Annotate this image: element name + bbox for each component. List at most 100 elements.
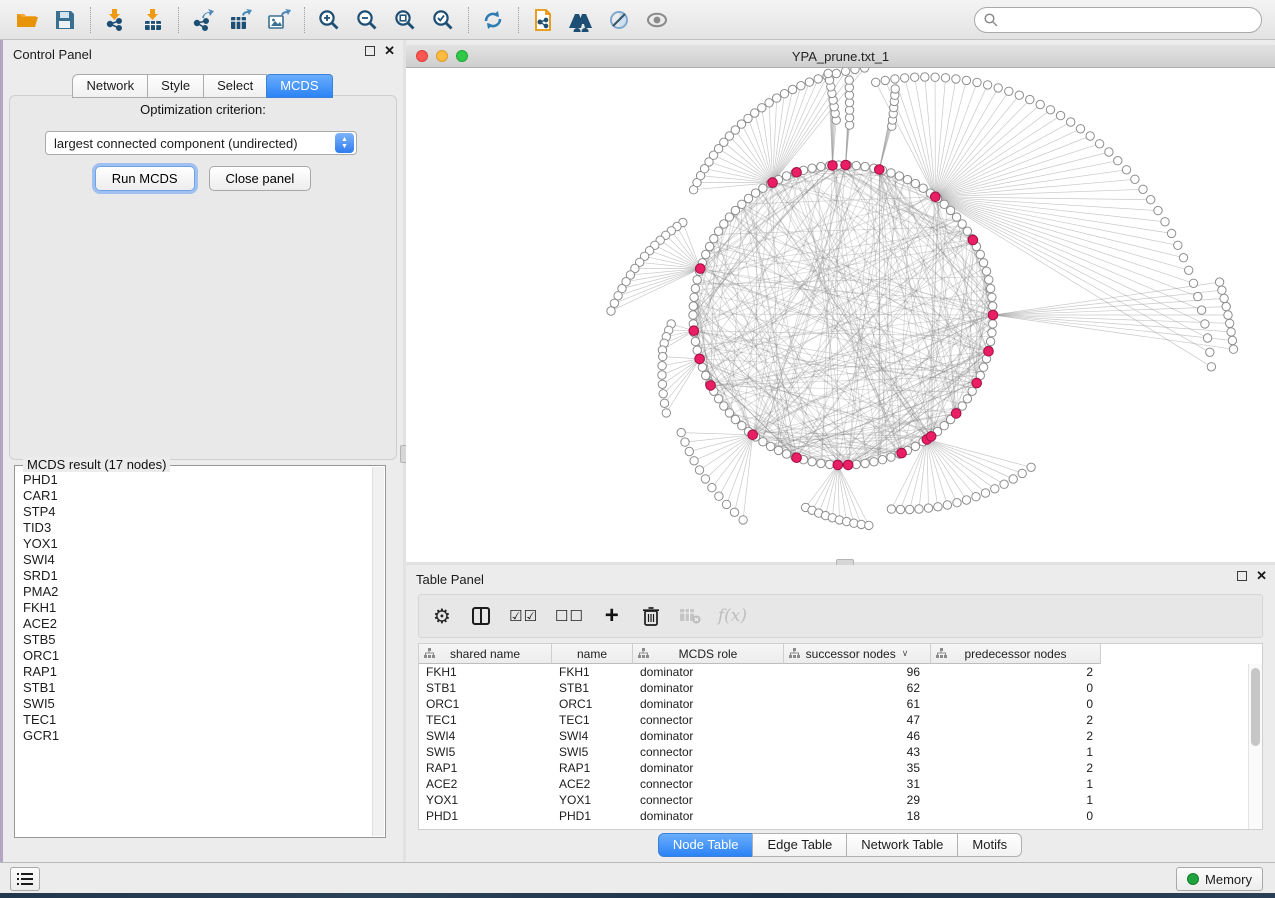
- graph-node[interactable]: [725, 409, 733, 417]
- graph-node[interactable]: [1076, 125, 1084, 133]
- show-panel-eye-icon[interactable]: [642, 6, 672, 34]
- graph-node[interactable]: [689, 302, 697, 310]
- graph-hub-node[interactable]: [972, 378, 982, 388]
- graph-hub-node[interactable]: [706, 381, 716, 391]
- graph-node[interactable]: [1005, 87, 1013, 95]
- tab-style[interactable]: Style: [147, 74, 204, 98]
- mcds-result-item[interactable]: PHD1: [16, 472, 372, 488]
- graph-node[interactable]: [1027, 463, 1035, 471]
- graph-hub-node[interactable]: [988, 310, 998, 320]
- graph-node[interactable]: [1226, 319, 1234, 327]
- table-row[interactable]: SWI4SWI4dominator462: [419, 728, 1248, 744]
- graph-node[interactable]: [658, 380, 666, 388]
- network-canvas[interactable]: [406, 68, 1275, 562]
- split-panel-icon[interactable]: [470, 603, 492, 629]
- graph-node[interactable]: [690, 457, 698, 465]
- column-header-predecessor-nodes[interactable]: predecessor nodes: [931, 644, 1101, 664]
- run-mcds-button[interactable]: Run MCDS: [95, 166, 195, 191]
- graph-node[interactable]: [817, 459, 825, 467]
- graph-node[interactable]: [988, 329, 996, 337]
- graph-hub-node[interactable]: [841, 160, 851, 170]
- graph-node[interactable]: [691, 337, 699, 345]
- graph-node[interactable]: [911, 442, 919, 450]
- graph-node[interactable]: [730, 508, 738, 516]
- graph-node[interactable]: [797, 82, 805, 90]
- export-network-icon[interactable]: [188, 6, 218, 34]
- graph-node[interactable]: [1026, 95, 1034, 103]
- graph-node[interactable]: [751, 189, 759, 197]
- graph-hub-node[interactable]: [968, 235, 978, 245]
- graph-node[interactable]: [1218, 286, 1226, 294]
- graph-node[interactable]: [989, 320, 997, 328]
- graph-node[interactable]: [1194, 292, 1202, 300]
- graph-hub-node[interactable]: [984, 347, 994, 357]
- graph-node[interactable]: [946, 206, 954, 214]
- graph-node[interactable]: [924, 504, 932, 512]
- graph-node[interactable]: [911, 179, 919, 187]
- graph-node[interactable]: [1046, 106, 1054, 114]
- export-table-icon[interactable]: [226, 6, 256, 34]
- graph-node[interactable]: [1201, 320, 1209, 328]
- graph-node[interactable]: [906, 505, 914, 513]
- graph-node[interactable]: [896, 505, 904, 513]
- export-image-icon[interactable]: [264, 6, 294, 34]
- graph-node[interactable]: [870, 458, 878, 466]
- graph-node[interactable]: [979, 259, 987, 267]
- graph-node[interactable]: [887, 169, 895, 177]
- graph-node[interactable]: [773, 94, 781, 102]
- apply-layout-icon[interactable]: [478, 6, 508, 34]
- graph-node[interactable]: [690, 293, 698, 301]
- graph-node[interactable]: [1203, 334, 1211, 342]
- mcds-result-item[interactable]: TID3: [16, 520, 372, 536]
- graph-node[interactable]: [1056, 111, 1064, 119]
- graph-node[interactable]: [720, 220, 728, 228]
- search-input[interactable]: [999, 10, 1261, 30]
- graph-node[interactable]: [685, 447, 693, 455]
- tab-network[interactable]: Network: [72, 74, 148, 98]
- graph-node[interactable]: [921, 73, 929, 81]
- close-panel-icon[interactable]: ✕: [1256, 571, 1267, 581]
- graph-hub-node[interactable]: [748, 430, 758, 440]
- graph-node[interactable]: [701, 475, 709, 483]
- graph-node[interactable]: [915, 505, 923, 513]
- graph-node[interactable]: [1122, 166, 1130, 174]
- graph-node[interactable]: [872, 78, 880, 86]
- graph-node[interactable]: [817, 162, 825, 170]
- graph-node[interactable]: [731, 415, 739, 423]
- tab-select[interactable]: Select: [203, 74, 267, 98]
- graph-node[interactable]: [759, 184, 767, 192]
- graph-node[interactable]: [1174, 241, 1182, 249]
- graph-node[interactable]: [710, 235, 718, 243]
- graph-node[interactable]: [860, 68, 868, 72]
- delete-column-trash-icon[interactable]: [640, 603, 662, 629]
- table-row[interactable]: FKH1FKH1dominator962: [419, 664, 1248, 680]
- graph-node[interactable]: [986, 337, 994, 345]
- graph-node[interactable]: [1036, 100, 1044, 108]
- mcds-result-item[interactable]: ORC1: [16, 648, 372, 664]
- graph-node[interactable]: [953, 499, 961, 507]
- graph-node[interactable]: [698, 363, 706, 371]
- graph-node[interactable]: [841, 68, 849, 76]
- graph-hub-node[interactable]: [695, 354, 705, 364]
- graph-node[interactable]: [659, 352, 667, 360]
- graph-node[interactable]: [693, 276, 701, 284]
- tab-edge-table[interactable]: Edge Table: [752, 833, 847, 857]
- graph-node[interactable]: [976, 250, 984, 258]
- graph-node[interactable]: [1000, 480, 1008, 488]
- graph-hub-node[interactable]: [897, 448, 907, 458]
- tab-network-table[interactable]: Network Table: [846, 833, 958, 857]
- table-row[interactable]: STB1STB1dominator620: [419, 680, 1248, 696]
- graph-node[interactable]: [660, 399, 668, 407]
- search-network-icon[interactable]: [566, 6, 596, 34]
- graph-node[interactable]: [895, 172, 903, 180]
- graph-node[interactable]: [739, 516, 747, 524]
- graph-node[interactable]: [972, 493, 980, 501]
- graph-node[interactable]: [934, 503, 942, 511]
- graph-node[interactable]: [824, 69, 832, 77]
- graph-node[interactable]: [1131, 175, 1139, 183]
- network-search-field[interactable]: [974, 7, 1262, 33]
- graph-node[interactable]: [738, 422, 746, 430]
- zoom-in-icon[interactable]: [314, 6, 344, 34]
- graph-hub-node[interactable]: [768, 178, 778, 188]
- graph-node[interactable]: [1114, 157, 1122, 165]
